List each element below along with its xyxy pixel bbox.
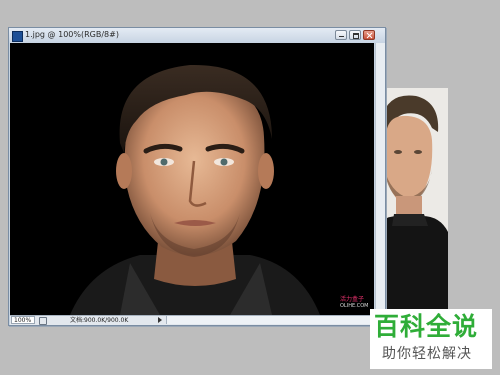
baike-logo: 百科全说 助你轻松解决: [370, 309, 492, 369]
window-title: 1.jpg @ 100%(RGB/8#): [25, 30, 119, 39]
window-titlebar[interactable]: 1.jpg @ 100%(RGB/8#): [9, 28, 385, 43]
watermark-url: OLIHE.COM: [340, 303, 369, 309]
logo-slogan: 助你轻松解决: [382, 346, 472, 362]
canvas-watermark: 活力盒子 OLIHE.COM: [340, 296, 368, 310]
navigator-icon[interactable]: [39, 317, 47, 325]
maximize-button[interactable]: [349, 30, 361, 40]
zoom-field[interactable]: 100%: [11, 316, 35, 324]
status-menu-arrow-icon[interactable]: [158, 317, 162, 323]
vertical-scrollbar[interactable]: [375, 43, 385, 315]
image-canvas[interactable]: 活力盒子 OLIHE.COM: [10, 43, 374, 315]
document-size-info: 文档:900.0K/900.0K: [70, 317, 129, 324]
status-bar: 100% 文档:900.0K/900.0K: [10, 315, 384, 325]
close-button[interactable]: [363, 30, 375, 40]
minimize-button[interactable]: [335, 30, 347, 40]
photoshop-icon: [12, 31, 23, 42]
document-window[interactable]: 1.jpg @ 100%(RGB/8#) 活力盒子 OLIHE.COM 100%…: [8, 27, 386, 326]
logo-title: 百科全说: [374, 312, 479, 341]
watermark-title: 活力盒子: [340, 296, 365, 303]
portrait-photo: [10, 43, 374, 315]
horizontal-scrollbar[interactable]: [166, 316, 373, 324]
